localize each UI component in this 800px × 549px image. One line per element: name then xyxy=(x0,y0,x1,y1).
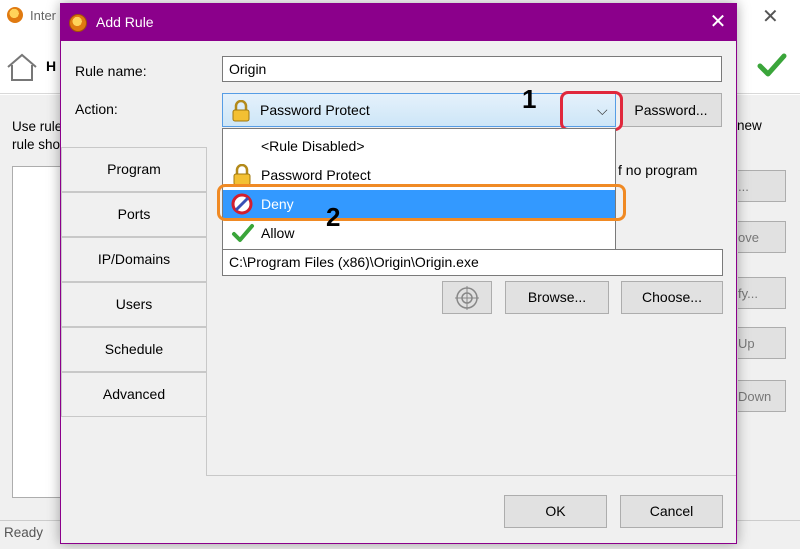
rule-name-label: Rule name: xyxy=(75,63,147,79)
side-button-down[interactable]: Down xyxy=(738,380,786,412)
tab-ip-domains[interactable]: IP/Domains xyxy=(61,237,207,282)
option-label: Allow xyxy=(261,225,295,241)
tab-ports[interactable]: Ports xyxy=(61,192,207,237)
check-icon[interactable] xyxy=(756,50,788,80)
tab-advanced[interactable]: Advanced xyxy=(61,372,207,417)
side-button-remove[interactable]: ove xyxy=(738,221,786,253)
side-button-edit[interactable]: ... xyxy=(738,170,786,202)
action-dropdown[interactable]: Password Protect ⌵ xyxy=(222,93,616,127)
annotation-number-2: 2 xyxy=(326,202,341,232)
dialog-title: Add Rule xyxy=(96,14,154,30)
program-hint-text: f no program xyxy=(618,162,698,178)
background-close-icon[interactable]: ✕ xyxy=(762,4,779,29)
lock-icon xyxy=(232,100,250,122)
annotation-highlight-dropdown-arrow xyxy=(560,91,623,131)
home-icon[interactable] xyxy=(5,52,39,82)
panel-border xyxy=(206,147,207,475)
app-logo-icon xyxy=(7,7,23,23)
option-allow[interactable]: Allow xyxy=(223,219,615,248)
option-rule-disabled[interactable]: <Rule Disabled> xyxy=(223,132,615,161)
tab-program[interactable]: Program xyxy=(61,147,207,192)
app-logo-icon xyxy=(69,14,87,32)
rule-list[interactable] xyxy=(12,166,62,498)
panel-border xyxy=(206,475,736,476)
background-description-right: new xyxy=(737,118,762,133)
side-button-up[interactable]: Up xyxy=(738,327,786,359)
password-button[interactable]: Password... xyxy=(620,93,722,127)
crosshair-icon xyxy=(455,286,479,310)
annotation-highlight-deny xyxy=(217,184,626,221)
target-picker-button[interactable] xyxy=(442,281,492,314)
lock-icon xyxy=(233,164,251,186)
check-icon xyxy=(232,224,254,242)
browse-button[interactable]: Browse... xyxy=(505,281,609,314)
tab-schedule[interactable]: Schedule xyxy=(61,327,207,372)
annotation-number-1: 1 xyxy=(522,84,537,114)
tab-users[interactable]: Users xyxy=(61,282,207,327)
program-path-field[interactable]: C:\Program Files (x86)\Origin\Origin.exe xyxy=(222,249,723,276)
add-rule-dialog: Add Rule ✕ Rule name: Origin Action: Pas… xyxy=(60,3,737,544)
option-label: <Rule Disabled> xyxy=(261,138,365,154)
side-button-modify[interactable]: fy... xyxy=(738,277,786,309)
option-label: Password Protect xyxy=(261,167,371,183)
action-selected-value: Password Protect xyxy=(260,102,370,118)
status-text: Ready xyxy=(4,525,44,540)
action-label: Action: xyxy=(75,101,118,117)
ok-button[interactable]: OK xyxy=(504,495,607,528)
toolbar-label[interactable]: H xyxy=(46,58,56,74)
rule-name-field[interactable]: Origin xyxy=(222,56,722,82)
dialog-title-bar[interactable] xyxy=(61,4,736,41)
choose-button[interactable]: Choose... xyxy=(621,281,723,314)
background-window-title: Inter xyxy=(30,8,57,23)
close-icon[interactable]: ✕ xyxy=(706,10,730,34)
cancel-button[interactable]: Cancel xyxy=(620,495,723,528)
